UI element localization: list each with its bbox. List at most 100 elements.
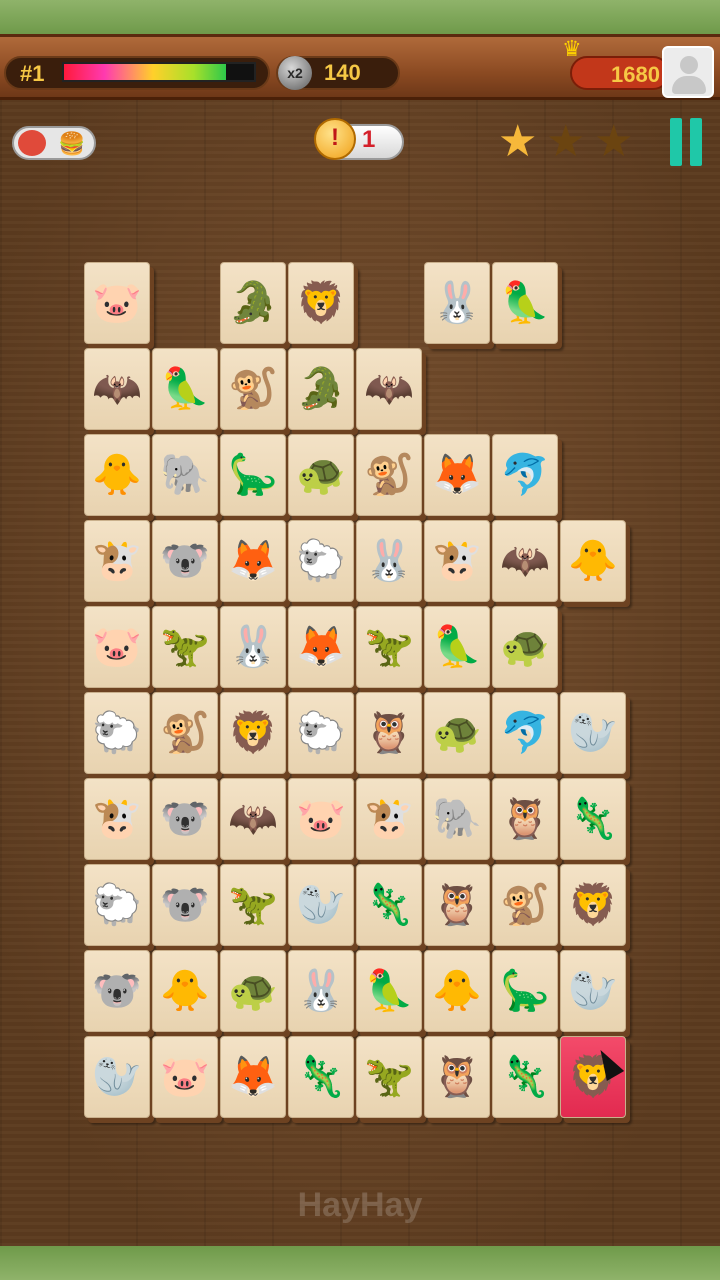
tile-stegosaurus[interactable]: 🦖 bbox=[356, 606, 422, 688]
fox-icon: 🦊 bbox=[296, 625, 346, 669]
tile-rabbit[interactable]: 🐰 bbox=[220, 606, 286, 688]
pig-icon: 🐷 bbox=[92, 625, 142, 669]
tile-dolphin[interactable]: 🐬 bbox=[492, 434, 558, 516]
tile-lion[interactable]: 🦁 bbox=[560, 1036, 626, 1118]
star-icon: ★ bbox=[498, 117, 538, 166]
seal-icon: 🦭 bbox=[568, 711, 618, 755]
tile-pig[interactable]: 🐷 bbox=[84, 606, 150, 688]
tile-turtle[interactable]: 🐢 bbox=[424, 692, 490, 774]
top-background bbox=[0, 0, 720, 34]
tile-pig[interactable]: 🐷 bbox=[84, 262, 150, 344]
tile-rabbit[interactable]: 🐰 bbox=[288, 950, 354, 1032]
tile-sheep[interactable]: 🐑 bbox=[288, 692, 354, 774]
tile-owl[interactable]: 🦉 bbox=[492, 778, 558, 860]
parrot-icon: 🦜 bbox=[160, 367, 210, 411]
tile-duck[interactable]: 🐥 bbox=[424, 950, 490, 1032]
tile-koala[interactable]: 🐨 bbox=[152, 778, 218, 860]
star-icon: ★ bbox=[594, 117, 634, 166]
tile-fox[interactable]: 🦊 bbox=[424, 434, 490, 516]
tile-owl[interactable]: 🦉 bbox=[356, 692, 422, 774]
tile-rabbit[interactable]: 🐰 bbox=[424, 262, 490, 344]
tile-bat[interactable]: 🦇 bbox=[84, 348, 150, 430]
elephant-icon: 🐘 bbox=[432, 797, 482, 841]
tile-bat[interactable]: 🦇 bbox=[492, 520, 558, 602]
tile-chameleon[interactable]: 🦎 bbox=[560, 778, 626, 860]
monkey-icon: 🐒 bbox=[364, 453, 414, 497]
tile-fox[interactable]: 🦊 bbox=[220, 1036, 286, 1118]
tile-duck[interactable]: 🐥 bbox=[560, 520, 626, 602]
tile-crocodile[interactable]: 🐊 bbox=[288, 348, 354, 430]
tile-elephant[interactable]: 🐘 bbox=[424, 778, 490, 860]
tile-rabbit[interactable]: 🐰 bbox=[356, 520, 422, 602]
tile-koala[interactable]: 🐨 bbox=[84, 950, 150, 1032]
tile-monkey[interactable]: 🐒 bbox=[152, 692, 218, 774]
tile-lion[interactable]: 🦁 bbox=[220, 692, 286, 774]
tile-duck[interactable]: 🐥 bbox=[84, 434, 150, 516]
tile-parrot[interactable]: 🦜 bbox=[152, 348, 218, 430]
tile-owl[interactable]: 🦉 bbox=[424, 864, 490, 946]
tile-chameleon[interactable]: 🦎 bbox=[288, 1036, 354, 1118]
tile-chameleon[interactable]: 🦎 bbox=[356, 864, 422, 946]
cow-icon: 🐮 bbox=[432, 539, 482, 583]
tile-crocodile[interactable]: 🐊 bbox=[220, 262, 286, 344]
tile-triceratops[interactable]: 🦕 bbox=[220, 434, 286, 516]
tile-seal[interactable]: 🦭 bbox=[288, 864, 354, 946]
tile-seal[interactable]: 🦭 bbox=[560, 692, 626, 774]
tile-koala[interactable]: 🐨 bbox=[152, 520, 218, 602]
tile-seal[interactable]: 🦭 bbox=[560, 950, 626, 1032]
tile-stegosaurus[interactable]: 🦖 bbox=[152, 606, 218, 688]
star-icon: ★ bbox=[546, 117, 586, 166]
tile-elephant[interactable]: 🐘 bbox=[152, 434, 218, 516]
coin-value: 1680 bbox=[611, 62, 660, 87]
tile-chameleon[interactable]: 🦎 bbox=[492, 1036, 558, 1118]
owl-icon: 🦉 bbox=[500, 797, 550, 841]
tile-triceratops[interactable]: 🦕 bbox=[492, 950, 558, 1032]
avatar[interactable] bbox=[662, 46, 714, 98]
tile-monkey[interactable]: 🐒 bbox=[356, 434, 422, 516]
tile-monkey[interactable]: 🐒 bbox=[220, 348, 286, 430]
tile-sheep[interactable]: 🐑 bbox=[84, 864, 150, 946]
tile-parrot[interactable]: 🦜 bbox=[424, 606, 490, 688]
tile-pig[interactable]: 🐷 bbox=[152, 1036, 218, 1118]
tile-cow[interactable]: 🐮 bbox=[424, 520, 490, 602]
tile-turtle[interactable]: 🐢 bbox=[288, 434, 354, 516]
tile-cow[interactable]: 🐮 bbox=[84, 778, 150, 860]
rabbit-icon: 🐰 bbox=[364, 539, 414, 583]
tile-seal[interactable]: 🦭 bbox=[84, 1036, 150, 1118]
tile-turtle[interactable]: 🐢 bbox=[220, 950, 286, 1032]
tile-duck[interactable]: 🐥 bbox=[152, 950, 218, 1032]
lion-icon: 🦁 bbox=[296, 281, 346, 325]
tile-sheep[interactable]: 🐑 bbox=[84, 692, 150, 774]
seal-icon: 🦭 bbox=[92, 1055, 142, 1099]
tile-owl[interactable]: 🦉 bbox=[424, 1036, 490, 1118]
tile-sheep[interactable]: 🐑 bbox=[288, 520, 354, 602]
tile-stegosaurus[interactable]: 🦖 bbox=[356, 1036, 422, 1118]
tile-lion[interactable]: 🦁 bbox=[560, 864, 626, 946]
tile-turtle[interactable]: 🐢 bbox=[492, 606, 558, 688]
turtle-icon: 🐢 bbox=[432, 711, 482, 755]
stegosaurus-icon: 🦖 bbox=[160, 625, 210, 669]
tile-fox[interactable]: 🦊 bbox=[288, 606, 354, 688]
rabbit-icon: 🐰 bbox=[228, 625, 278, 669]
stegosaurus-icon: 🦖 bbox=[364, 625, 414, 669]
stegosaurus-icon: 🦖 bbox=[364, 1055, 414, 1099]
lightbulb-icon[interactable]: ! bbox=[314, 118, 356, 160]
owl-icon: 🦉 bbox=[432, 883, 482, 927]
tile-bat[interactable]: 🦇 bbox=[220, 778, 286, 860]
tile-cow[interactable]: 🐮 bbox=[356, 778, 422, 860]
tile-cow[interactable]: 🐮 bbox=[84, 520, 150, 602]
turtle-icon: 🐢 bbox=[296, 453, 346, 497]
tile-lion[interactable]: 🦁 bbox=[288, 262, 354, 344]
tile-fox[interactable]: 🦊 bbox=[220, 520, 286, 602]
tile-parrot[interactable]: 🦜 bbox=[356, 950, 422, 1032]
tile-bat[interactable]: 🦇 bbox=[356, 348, 422, 430]
tile-pig[interactable]: 🐷 bbox=[288, 778, 354, 860]
bat-icon: 🦇 bbox=[364, 367, 414, 411]
pet-food-button[interactable]: 🍔 bbox=[12, 126, 96, 160]
tile-monkey[interactable]: 🐒 bbox=[492, 864, 558, 946]
pause-button[interactable] bbox=[668, 118, 704, 166]
tile-parrot[interactable]: 🦜 bbox=[492, 262, 558, 344]
tile-dolphin[interactable]: 🐬 bbox=[492, 692, 558, 774]
tile-stegosaurus[interactable]: 🦖 bbox=[220, 864, 286, 946]
tile-koala[interactable]: 🐨 bbox=[152, 864, 218, 946]
